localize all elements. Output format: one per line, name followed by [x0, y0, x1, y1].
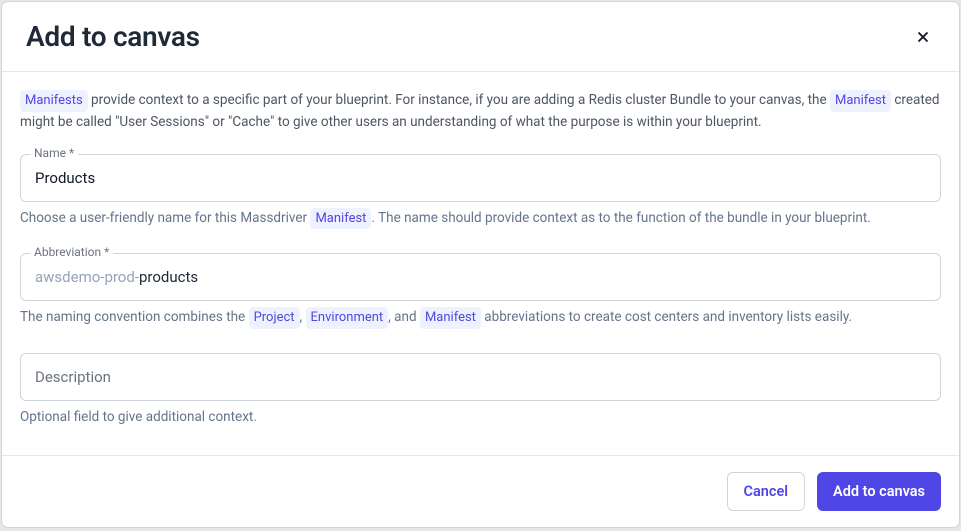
modal-body: Manifests provide context to a specific …: [2, 72, 959, 455]
description-field-wrapper: [20, 353, 941, 401]
abbreviation-field-wrapper: Abbreviation * awsdemo-prod-products: [20, 253, 941, 301]
abbreviation-input[interactable]: awsdemo-prod-products: [20, 253, 941, 301]
name-input[interactable]: [20, 154, 941, 202]
abbreviation-label: Abbreviation *: [30, 245, 113, 259]
description-helper: Optional field to give additional contex…: [20, 407, 941, 427]
manifest-tag: Manifest: [830, 90, 891, 112]
intro-segment-1: provide context to a specific part of yo…: [88, 92, 830, 108]
abbr-sep-2: , and: [388, 309, 420, 325]
abbr-helper-suffix: abbreviations to create cost centers and…: [481, 309, 852, 325]
abbreviation-value: products: [139, 268, 198, 286]
close-icon[interactable]: [911, 25, 935, 49]
abbr-sep-1: ,: [300, 309, 306, 325]
name-helper-suffix: . The name should provide context as to …: [371, 210, 870, 226]
intro-text: Manifests provide context to a specific …: [20, 90, 941, 132]
name-helper: Choose a user-friendly name for this Mas…: [20, 208, 941, 230]
modal-footer: Cancel Add to canvas: [2, 455, 959, 527]
project-tag: Project: [249, 307, 300, 329]
environment-tag: Environment: [306, 307, 389, 329]
name-helper-prefix: Choose a user-friendly name for this Mas…: [20, 210, 310, 226]
manifest-helper-tag: Manifest: [310, 208, 371, 230]
description-input[interactable]: [20, 353, 941, 401]
name-field-wrapper: Name *: [20, 154, 941, 202]
add-to-canvas-modal: Add to canvas Manifests provide context …: [2, 2, 959, 527]
abbreviation-helper: The naming convention combines the Proje…: [20, 307, 941, 329]
modal-header: Add to canvas: [2, 2, 959, 72]
add-to-canvas-button[interactable]: Add to canvas: [817, 472, 941, 511]
manifest-abbr-tag: Manifest: [420, 307, 481, 329]
abbreviation-prefix: awsdemo-prod-: [35, 268, 139, 286]
manifests-tag: Manifests: [20, 90, 88, 112]
name-label: Name *: [30, 146, 78, 160]
abbr-helper-prefix: The naming convention combines the: [20, 309, 249, 325]
modal-title: Add to canvas: [26, 20, 200, 53]
cancel-button[interactable]: Cancel: [727, 472, 806, 511]
